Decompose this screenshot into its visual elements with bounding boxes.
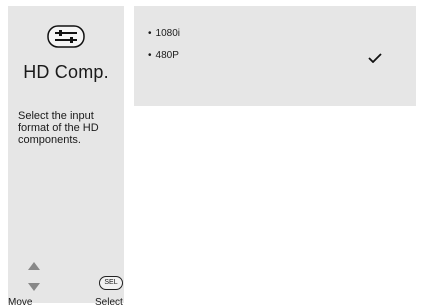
- options-panel: • 1080i • 480P: [134, 6, 416, 106]
- bullet-icon: •: [148, 50, 152, 61]
- option-480p[interactable]: • 480P: [148, 50, 179, 61]
- bullet-icon: •: [148, 28, 152, 39]
- option-label: 1080i: [155, 28, 180, 39]
- setup-tool-icon: [47, 25, 85, 48]
- hd-comp-settings-screen: HD Comp. Select the input format of the …: [0, 0, 423, 307]
- down-arrow-icon: [28, 283, 40, 291]
- checkmark-icon: [368, 53, 382, 63]
- page-title: HD Comp.: [23, 62, 109, 82]
- move-hint-label: Move: [8, 297, 33, 307]
- up-arrow-icon: [28, 262, 40, 270]
- option-label: 480P: [155, 50, 179, 61]
- select-hint-label: Select: [95, 297, 123, 307]
- sel-button-icon: SEL: [99, 276, 123, 290]
- help-description: Select the input format of the HD compon…: [18, 110, 99, 146]
- sidebar-panel: HD Comp. Select the input format of the …: [8, 6, 124, 307]
- option-1080i[interactable]: • 1080i: [148, 28, 180, 39]
